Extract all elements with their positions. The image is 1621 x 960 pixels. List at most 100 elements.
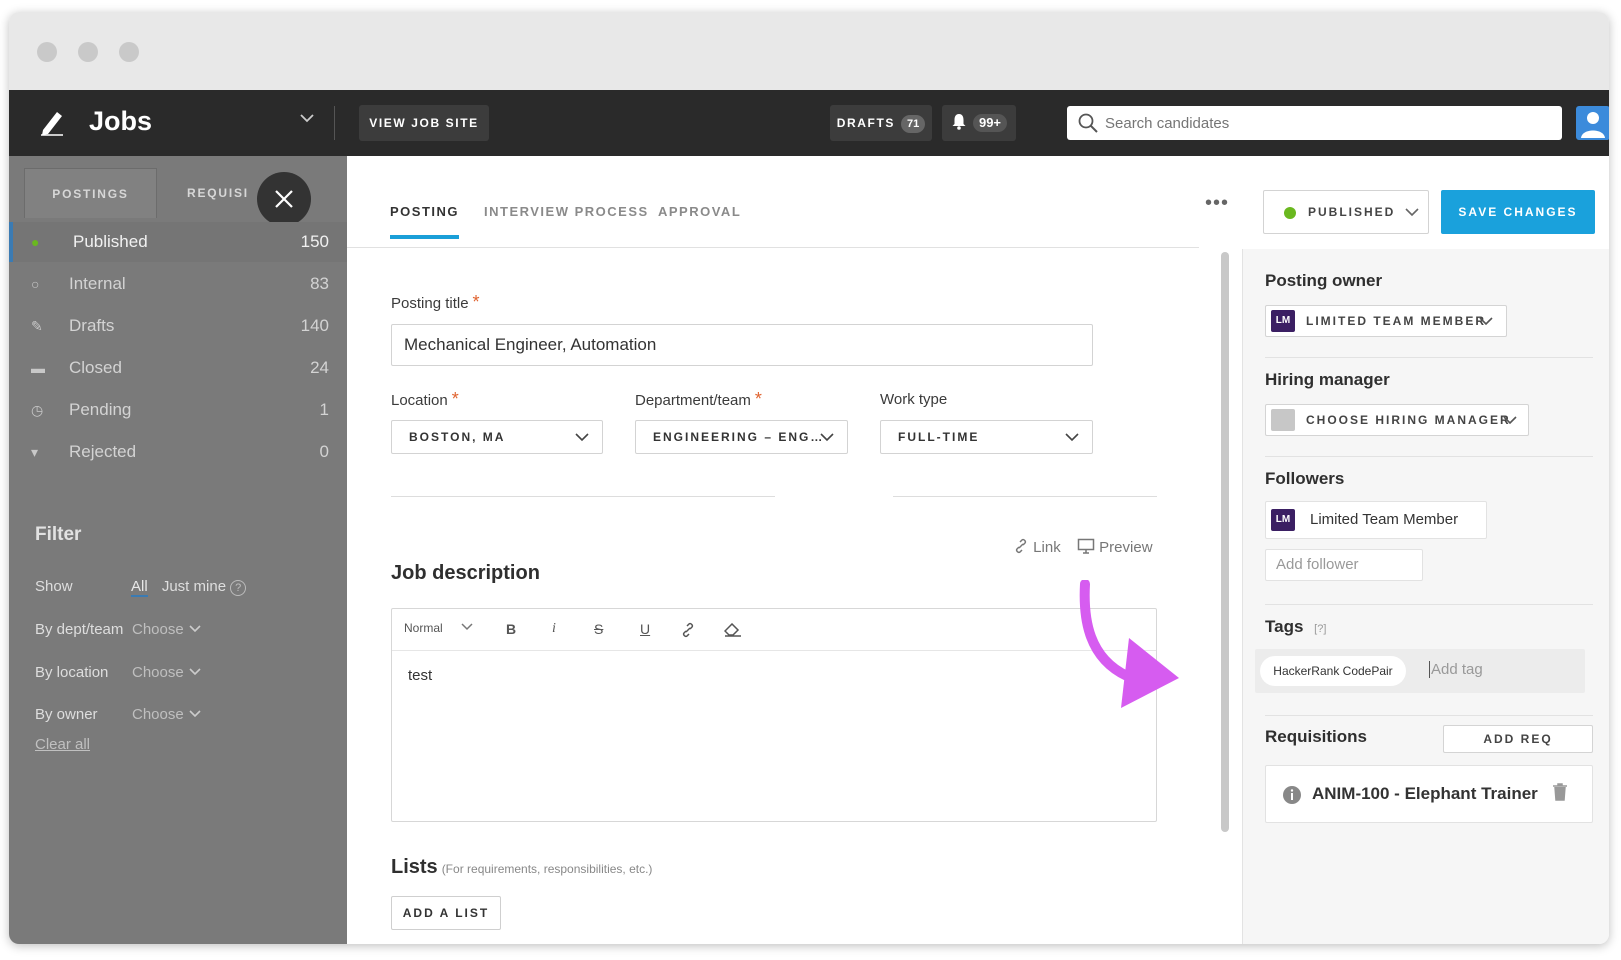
hiring-manager-heading: Hiring manager <box>1265 370 1390 389</box>
info-icon[interactable] <box>1282 785 1302 805</box>
link-icon[interactable] <box>680 622 696 638</box>
status-closed[interactable]: ▬ Closed 24 <box>9 348 347 388</box>
clear-all-link[interactable]: Clear all <box>35 736 90 753</box>
status-drafts[interactable]: ✎ Drafts 140 <box>9 306 347 346</box>
chevron-down-icon <box>820 433 834 442</box>
department-value: ENGINEERING – ENG… <box>653 430 825 444</box>
bell-icon <box>952 114 966 130</box>
filter-dept-choose[interactable]: Choose <box>132 621 202 638</box>
status-rejected[interactable]: ▾ Rejected 0 <box>9 432 347 472</box>
filter-location-choose[interactable]: Choose <box>132 664 202 681</box>
filter-owner-row[interactable]: By owner Choose <box>35 706 201 723</box>
filter-show-options: All Just mine ? <box>131 578 247 597</box>
work-type-value: FULL-TIME <box>898 430 980 444</box>
add-req-button[interactable]: ADD REQ <box>1443 725 1593 753</box>
trash-icon[interactable] <box>1552 782 1568 802</box>
divider <box>334 106 335 140</box>
pencil-logo-icon[interactable] <box>39 108 65 136</box>
chevron-down-icon <box>1065 433 1079 442</box>
filter-owner-label: By owner <box>35 706 98 723</box>
add-list-button[interactable]: ADD A LIST <box>391 896 501 930</box>
filter-show-all[interactable]: All <box>131 578 148 597</box>
filter-show-label: Show <box>35 578 73 595</box>
tags-help-link[interactable]: [?] <box>1314 623 1326 635</box>
user-avatar[interactable] <box>1576 106 1609 140</box>
hiring-manager-value: CHOOSE HIRING MANAGER <box>1306 413 1511 427</box>
posting-title-field[interactable]: Mechanical Engineer, Automation <box>391 324 1093 366</box>
status-count: 150 <box>300 232 329 251</box>
tags-heading: Tags [?] <box>1265 617 1327 636</box>
close-button[interactable] <box>257 172 311 226</box>
tab-interview-process[interactable]: INTERVIEW PROCESS <box>484 204 649 235</box>
job-description-heading: Job description <box>391 562 540 584</box>
bold-icon[interactable]: B <box>506 621 516 637</box>
separator <box>1265 456 1593 457</box>
drafts-button[interactable]: DRAFTS 71 <box>830 105 932 141</box>
status-label: Drafts <box>69 316 115 335</box>
lists-title: Lists <box>391 856 438 878</box>
view-job-site-button[interactable]: VIEW JOB SITE <box>359 105 489 141</box>
choose-label: Choose <box>132 621 184 638</box>
editor-toolbar: Normal B i S U <box>392 609 1156 651</box>
editor-content[interactable]: test <box>408 667 432 684</box>
more-options-icon[interactable]: ••• <box>1205 192 1229 215</box>
work-type-select[interactable]: FULL-TIME <box>880 420 1093 454</box>
chevron-down-icon <box>189 625 201 633</box>
drafts-count-badge: 71 <box>901 115 926 133</box>
follower-name: Limited Team Member <box>1310 511 1459 528</box>
clear-format-icon[interactable] <box>724 623 742 637</box>
search-input[interactable] <box>1105 106 1545 140</box>
requisition-item[interactable]: ANIM-100 - Elephant Trainer <box>1265 765 1593 823</box>
annotation-arrow-icon <box>1079 580 1179 708</box>
help-icon[interactable]: ? <box>230 580 247 596</box>
add-tag-input[interactable]: Add tag <box>1429 661 1483 678</box>
pencil-icon: ✎ <box>31 318 43 334</box>
filter-show-mine[interactable]: Just mine <box>162 578 226 595</box>
window-zoom-dot[interactable] <box>119 42 139 62</box>
status-internal[interactable]: ○ Internal 83 <box>9 264 347 304</box>
tab-approval[interactable]: APPROVAL <box>658 204 741 235</box>
format-select[interactable]: Normal <box>404 621 474 635</box>
tag-chip[interactable]: HackerRank CodePair <box>1260 656 1406 686</box>
location-select[interactable]: BOSTON, MA <box>391 420 603 454</box>
circle-icon: ○ <box>31 276 40 292</box>
notifications-button[interactable]: 99+ <box>942 105 1016 141</box>
save-changes-button[interactable]: SAVE CHANGES <box>1441 190 1595 234</box>
status-pending[interactable]: ◷ Pending 1 <box>9 390 347 430</box>
chevron-down-icon[interactable] <box>299 112 315 124</box>
italic-icon[interactable]: i <box>552 621 556 637</box>
preview-button[interactable]: Preview <box>1077 538 1153 556</box>
strikethrough-icon[interactable]: S <box>594 621 603 637</box>
tags-field[interactable]: HackerRank CodePair Add tag <box>1255 649 1585 693</box>
follower-item[interactable]: LM Limited Team Member <box>1265 501 1487 539</box>
posting-owner-select[interactable]: LM LIMITED TEAM MEMBER <box>1265 305 1507 337</box>
editor-scrollbar[interactable] <box>1221 252 1229 832</box>
status-count: 1 <box>319 400 329 419</box>
link-button[interactable]: Link <box>1013 538 1061 556</box>
status-published[interactable]: ● Published 150 <box>9 222 347 262</box>
window-close-dot[interactable] <box>37 42 57 62</box>
add-follower-input[interactable]: Add follower <box>1265 549 1423 581</box>
filter-dept-row[interactable]: By dept/team Choose <box>35 621 201 638</box>
tab-posting[interactable]: POSTING <box>390 204 460 239</box>
posting-editor: POSTING INTERVIEW PROCESS APPROVAL Posti… <box>347 156 1199 944</box>
status-dropdown[interactable]: PUBLISHED <box>1263 190 1429 234</box>
chevron-down-icon <box>189 668 201 676</box>
postings-sidebar: POSTINGS REQUISI ● Published 150 ○ Inter… <box>9 156 347 944</box>
filter-location-row[interactable]: By location Choose <box>35 664 201 681</box>
tab-postings[interactable]: POSTINGS <box>24 168 157 218</box>
underline-icon[interactable]: U <box>640 621 650 637</box>
clock-icon: ◷ <box>31 402 44 418</box>
filter-owner-choose[interactable]: Choose <box>132 706 202 723</box>
green-dot-icon: ● <box>31 234 40 250</box>
monitor-icon <box>1077 538 1095 554</box>
lists-subtitle: (For requirements, responsibilities, etc… <box>441 862 653 876</box>
job-description-editor[interactable]: Normal B i S U test <box>391 608 1157 822</box>
window-minimize-dot[interactable] <box>78 42 98 62</box>
window-titlebar <box>9 12 1609 90</box>
separator <box>1265 357 1593 358</box>
department-select[interactable]: ENGINEERING – ENG… <box>635 420 848 454</box>
hiring-manager-select[interactable]: CHOOSE HIRING MANAGER <box>1265 404 1529 436</box>
candidate-search[interactable] <box>1067 106 1562 140</box>
user-icon <box>1581 112 1605 138</box>
